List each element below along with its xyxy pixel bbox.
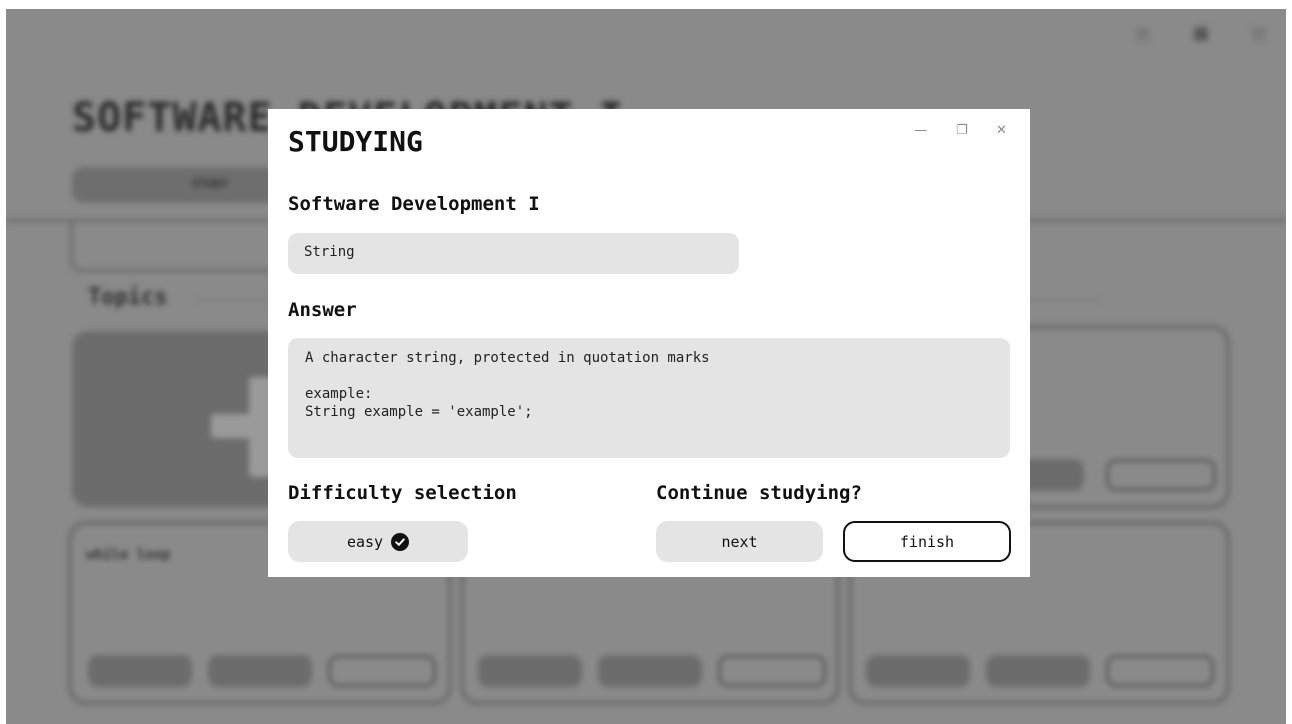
bg-card-title: while loop bbox=[86, 547, 171, 563]
dialog-title: STUDYING bbox=[288, 125, 423, 158]
answer-line: example: bbox=[305, 386, 373, 402]
bg-card-button bbox=[718, 655, 826, 687]
question-field: String bbox=[288, 233, 739, 274]
bg-card-button bbox=[986, 655, 1090, 687]
bg-close-icon bbox=[1252, 27, 1266, 41]
bg-card-button bbox=[208, 655, 312, 687]
difficulty-heading: Difficulty selection bbox=[288, 482, 517, 504]
minimize-icon[interactable]: — bbox=[914, 123, 927, 138]
bg-card-button bbox=[866, 655, 970, 687]
restore-icon[interactable]: ❐ bbox=[956, 123, 968, 138]
answer-line: A character string, protected in quotati… bbox=[305, 350, 710, 366]
deck-heading: Software Development I bbox=[288, 193, 540, 215]
difficulty-select-button[interactable]: easy bbox=[288, 521, 468, 562]
difficulty-value: easy bbox=[346, 532, 384, 551]
finish-button[interactable]: finish bbox=[843, 521, 1011, 562]
next-button[interactable]: next bbox=[656, 521, 823, 562]
bg-card-button bbox=[1106, 655, 1214, 687]
answer-heading: Answer bbox=[288, 299, 357, 321]
close-icon[interactable]: ✕ bbox=[996, 123, 1007, 138]
bg-minimize-icon bbox=[1136, 27, 1150, 41]
bg-card-button bbox=[478, 655, 582, 687]
answer-line: String example = 'example'; bbox=[305, 404, 533, 420]
check-circle-icon bbox=[391, 532, 410, 551]
bg-card-button bbox=[88, 655, 192, 687]
answer-line bbox=[305, 367, 993, 385]
studying-dialog: — ❐ ✕ STUDYING Software Development I St… bbox=[268, 109, 1030, 577]
bg-study-pill-label: STUDY bbox=[192, 177, 229, 191]
bg-card-button bbox=[598, 655, 702, 687]
bg-card-button bbox=[328, 655, 436, 687]
answer-box: A character string, protected in quotati… bbox=[288, 338, 1010, 458]
continue-heading: Continue studying? bbox=[656, 482, 862, 504]
bg-card-button bbox=[1106, 459, 1216, 491]
bg-maximize-icon bbox=[1194, 27, 1208, 41]
bg-topics-heading: Topics bbox=[88, 285, 168, 310]
